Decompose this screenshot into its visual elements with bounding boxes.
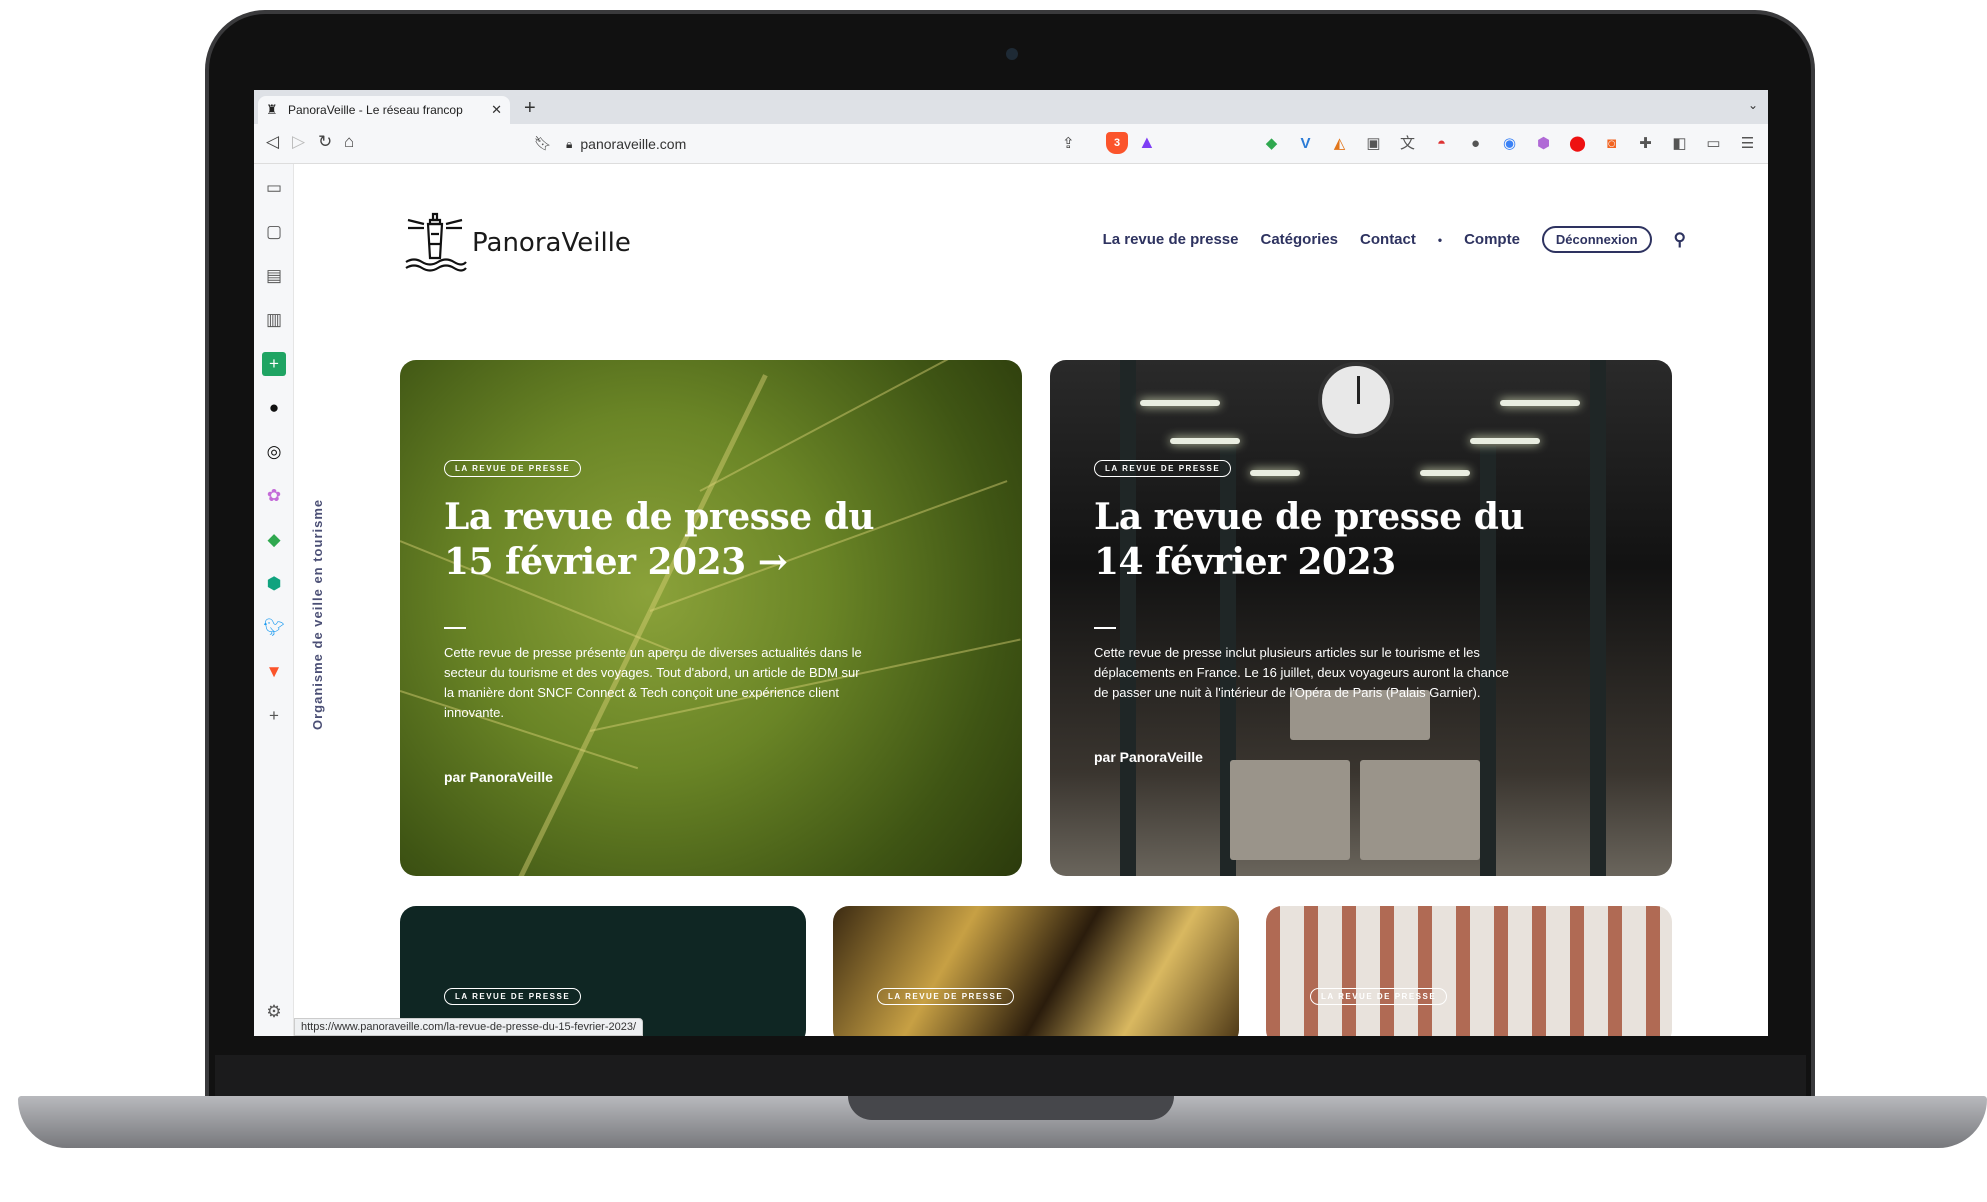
laptop-bezel-bottom [215, 1055, 1806, 1097]
station-light [1170, 438, 1240, 444]
site-logo[interactable]: PanoraVeille [402, 210, 631, 276]
chatgpt-icon[interactable]: ⬢ [262, 572, 286, 596]
shield-count: 3 [1113, 137, 1121, 149]
main-nav: La revue de presse Catégories Contact • … [1103, 226, 1686, 253]
rss-icon[interactable]: ◙ [1600, 134, 1623, 154]
forward-icon[interactable]: ▷ [292, 132, 305, 152]
video-call-icon[interactable]: ▭ [262, 176, 286, 200]
extension-purple-icon[interactable]: ⬢ [1532, 134, 1555, 154]
browser-window: ♜ PanoraVeille - Le réseau francop ✕ + ⌄… [254, 90, 1768, 1036]
reload-icon[interactable]: ↻ [318, 132, 332, 152]
nav-revue-de-presse[interactable]: La revue de presse [1103, 231, 1239, 248]
nav-contact[interactable]: Contact [1360, 231, 1416, 248]
vertical-tagline: Organisme de veille en tourisme [310, 498, 325, 730]
article-card-small[interactable]: LA REVUE DE PRESSE [400, 906, 806, 1036]
home-icon[interactable]: ⌂ [344, 132, 354, 152]
extension-puzzle-dark-icon[interactable]: ● [1464, 134, 1487, 154]
tab-title: PanoraVeille - Le réseau francop [288, 103, 463, 117]
extensions-row: ◆ V ◭ ▣ 文 ◓ ● ◉ ⬢ ⬤ ◙ ✚ ◧ ▭ ☰ [1260, 134, 1759, 154]
article-excerpt: Cette revue de presse présente un aperçu… [444, 645, 862, 720]
tab-bar: ♜ PanoraVeille - Le réseau francop ✕ + ⌄ [254, 90, 1768, 124]
extension-green-icon[interactable]: ◆ [1260, 134, 1283, 154]
lock-icon: 🔒︎ [566, 136, 573, 151]
logo-text: PanoraVeille [472, 228, 631, 258]
wallet-icon[interactable]: ▭ [1702, 134, 1725, 154]
station-clock [1318, 362, 1394, 438]
article-card-15-fevrier[interactable]: LA REVUE DE PRESSE La revue de presse du… [400, 360, 1022, 876]
toolbar: ◁ ▷ ↻ ⌂ 🔖︎ 🔒︎ panoraveille.com ⇪ 3 ▲ ◆ V… [254, 124, 1768, 164]
pokeball-icon[interactable]: ◓ [1430, 134, 1453, 154]
wallet-sidebar-icon[interactable]: ▢ [262, 220, 286, 244]
extension-red-icon[interactable]: ⬤ [1566, 134, 1589, 154]
add-sidebar-item-icon[interactable]: + [262, 704, 286, 728]
article-byline: par PanoraVeille [444, 769, 553, 785]
category-badge[interactable]: LA REVUE DE PRESSE [1094, 460, 1232, 477]
nav-separator-dot: • [1437, 232, 1443, 247]
article-card-small[interactable]: LA REVUE DE PRESSE [1266, 906, 1672, 1036]
extensions-puzzle-icon[interactable]: ✚ [1634, 134, 1657, 154]
search-icon[interactable]: ⚲ [1674, 230, 1686, 250]
logout-button[interactable]: Déconnexion [1541, 226, 1652, 253]
tab-list-chevron-icon[interactable]: ⌄ [1748, 98, 1758, 112]
sidebar-toggle-icon[interactable]: ◧ [1668, 134, 1691, 154]
flower-app-icon[interactable]: ✿ [262, 484, 286, 508]
reading-list-icon[interactable]: ▥ [262, 308, 286, 332]
new-tab-button[interactable]: + [524, 96, 536, 120]
category-badge[interactable]: LA REVUE DE PRESSE [444, 460, 582, 477]
browser-sidebar: ▭ ▢ ▤ ▥ + ● ◎ ✿ ◆ ⬢ 🐦︎ ▼ + ⚙ [254, 164, 294, 1036]
back-icon[interactable]: ◁ [266, 132, 279, 152]
tab-panoraveille[interactable]: ♜ PanoraVeille - Le réseau francop ✕ [258, 96, 510, 124]
title-divider [444, 627, 466, 629]
brave-icon[interactable]: ▼ [262, 660, 286, 684]
twitter-icon[interactable]: 🐦︎ [262, 616, 286, 640]
compass-icon[interactable]: ● [262, 396, 286, 420]
category-badge[interactable]: LA REVUE DE PRESSE [444, 988, 582, 1005]
station-light [1470, 438, 1540, 444]
station-light [1140, 400, 1220, 406]
url-text: panoraveille.com [580, 136, 687, 152]
address-bar[interactable]: 🔒︎ panoraveille.com [524, 130, 1364, 158]
bench [1230, 760, 1350, 860]
lighthouse-logo-icon [405, 212, 467, 272]
brave-rewards-icon[interactable]: ▲ [1138, 132, 1156, 153]
menu-icon[interactable]: ☰ [1736, 134, 1759, 154]
category-badge[interactable]: LA REVUE DE PRESSE [877, 988, 1015, 1005]
settings-gear-icon[interactable]: ⚙ [262, 1000, 286, 1024]
extension-square-icon[interactable]: ▣ [1362, 134, 1385, 154]
status-bar-url: https://www.panoraveille.com/la-revue-de… [294, 1018, 644, 1036]
close-tab-icon[interactable]: ✕ [491, 102, 502, 118]
article-title[interactable]: La revue de presse du 15 février 2023 → [444, 495, 904, 585]
extension-translate-icon[interactable]: 文 [1396, 134, 1419, 154]
bookmarks-sidebar-icon[interactable]: ▤ [262, 264, 286, 288]
green-diamond-icon[interactable]: ◆ [262, 528, 286, 552]
lighthouse-favicon-icon: ♜ [266, 102, 278, 117]
extension-blue-icon[interactable]: ◉ [1498, 134, 1521, 154]
card-content: LA REVUE DE PRESSE La revue de presse du… [444, 458, 904, 785]
webcam [1006, 48, 1018, 60]
card-content: LA REVUE DE PRESSE La revue de presse du… [1094, 458, 1554, 765]
nav-categories[interactable]: Catégories [1261, 231, 1339, 248]
share-icon[interactable]: ⇪ [1062, 134, 1075, 152]
category-badge[interactable]: LA REVUE DE PRESSE [1310, 988, 1448, 1005]
bench [1360, 760, 1480, 860]
article-excerpt: Cette revue de presse inclut plusieurs a… [1094, 645, 1509, 700]
laptop-notch [848, 1096, 1174, 1120]
extension-v-icon[interactable]: V [1294, 134, 1317, 154]
station-pillar [1590, 360, 1606, 876]
article-byline: par PanoraVeille [1094, 749, 1203, 765]
article-card-small[interactable]: LA REVUE DE PRESSE [833, 906, 1239, 1036]
title-divider [1094, 627, 1116, 629]
brave-shields-icon[interactable]: 3 [1106, 132, 1128, 154]
station-light [1500, 400, 1580, 406]
nav-compte[interactable]: Compte [1464, 231, 1520, 248]
circle-app-icon[interactable]: ◎ [262, 440, 286, 464]
article-title[interactable]: La revue de presse du 14 février 2023 [1094, 495, 1554, 585]
article-card-14-fevrier[interactable]: LA REVUE DE PRESSE La revue de presse du… [1050, 360, 1672, 876]
metamask-icon[interactable]: ◭ [1328, 134, 1351, 154]
sheets-icon[interactable]: + [262, 352, 286, 376]
